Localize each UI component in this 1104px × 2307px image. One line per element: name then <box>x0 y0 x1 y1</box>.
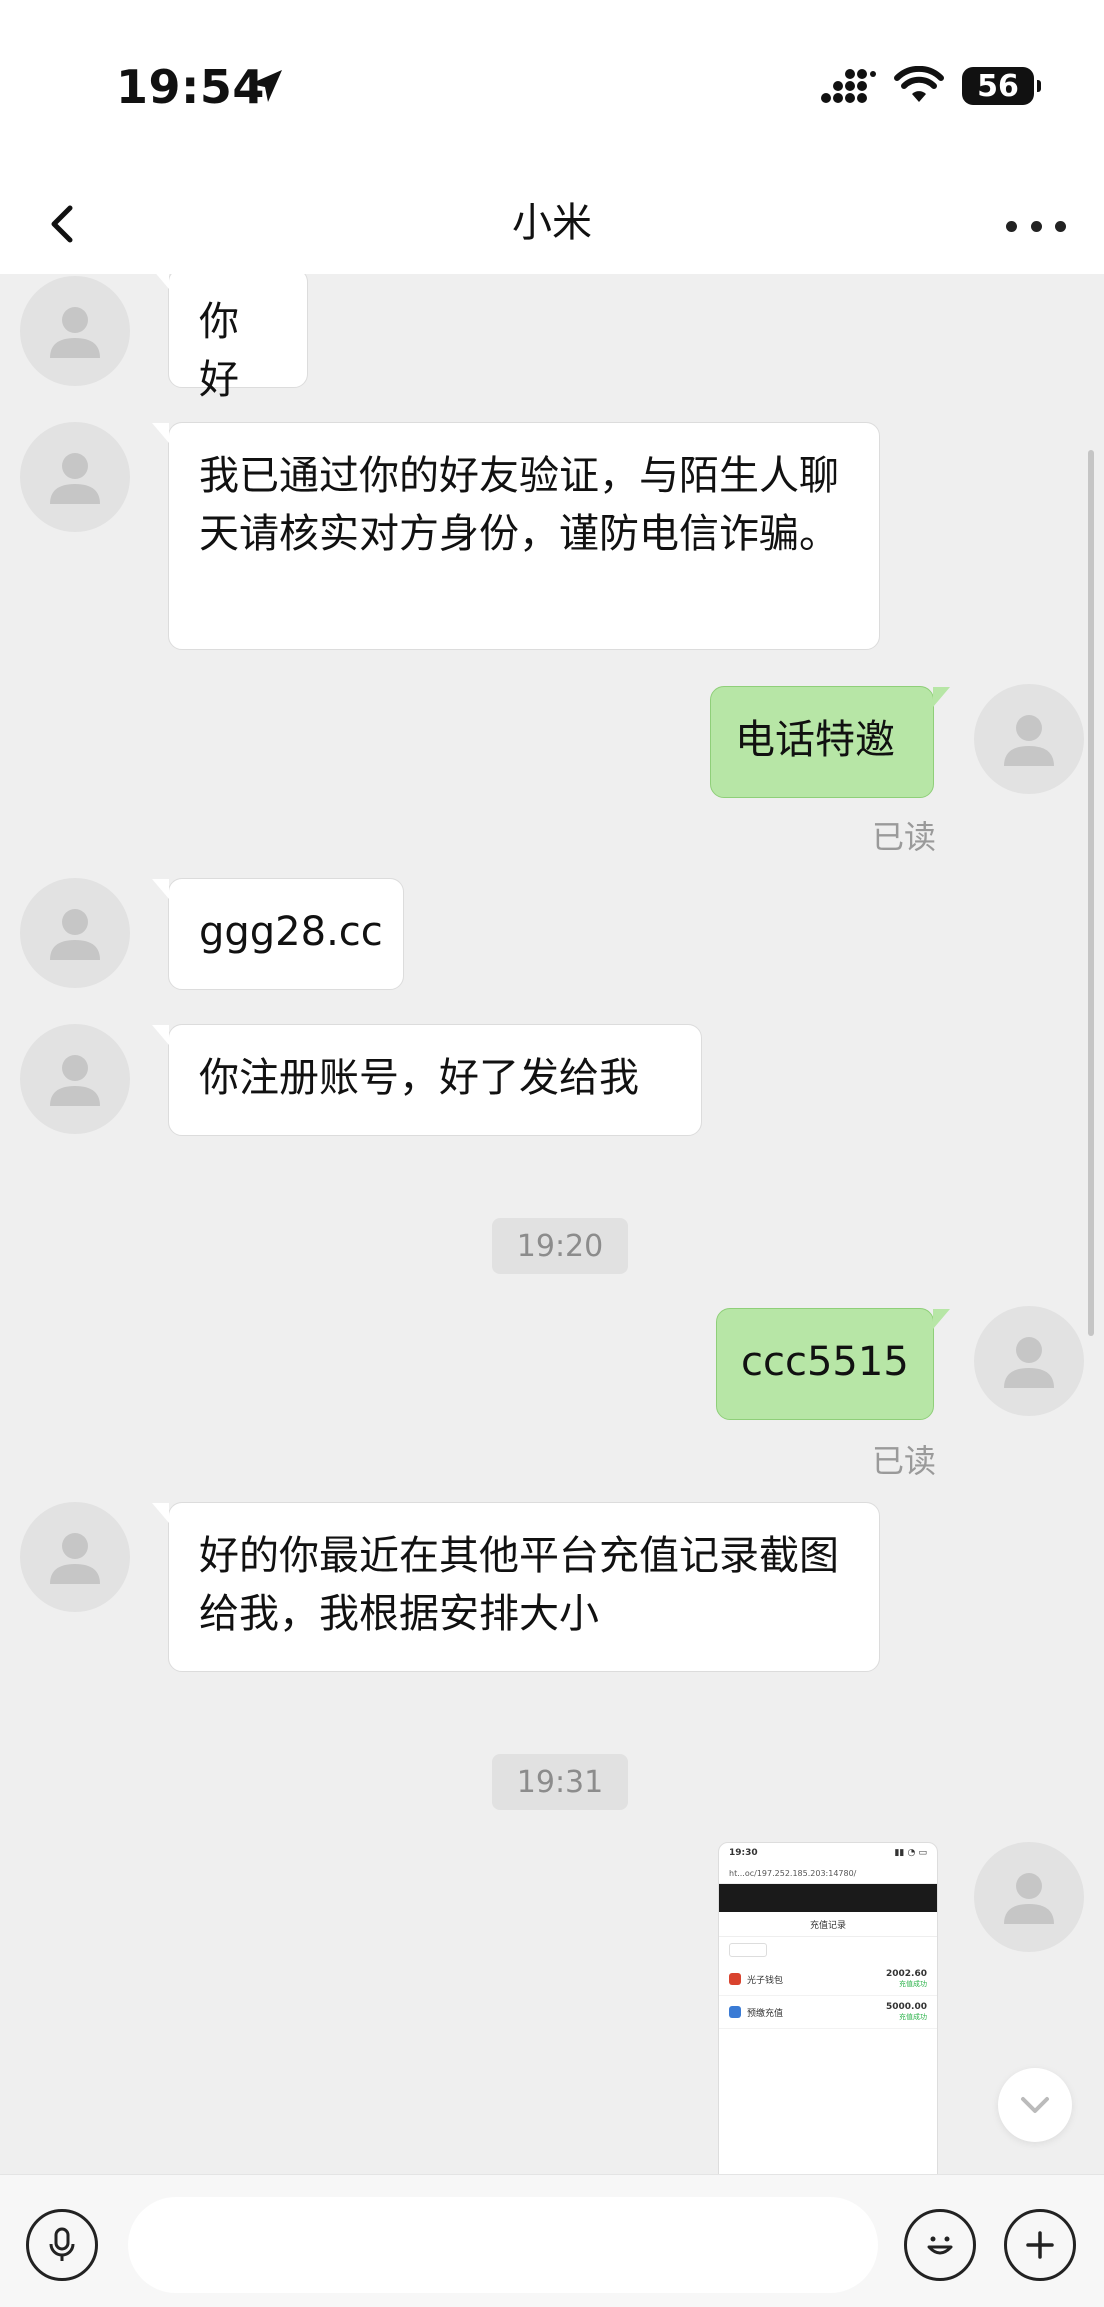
avatar-placeholder-icon <box>50 909 100 960</box>
chat-area[interactable]: 你好 我已通过你的好友验证，与陌生人聊天请核实对方身份，谨防电信诈骗。 电话特邀… <box>0 274 1104 2174</box>
input-bar <box>0 2174 1104 2307</box>
signal-icon <box>821 69 876 103</box>
message-text: 你注册账号，好了发给我 <box>199 1055 639 1101</box>
message-bubble[interactable]: 你好 <box>152 274 308 403</box>
more-button[interactable] <box>1006 206 1066 246</box>
plus-button[interactable] <box>1004 2209 1076 2281</box>
thumb-banner <box>719 1884 937 1912</box>
avatar[interactable] <box>20 276 130 386</box>
avatar[interactable] <box>20 878 130 988</box>
message-text: 好的你最近在其他平台充值记录截图给我，我根据安排大小 <box>199 1533 839 1637</box>
avatar[interactable] <box>974 684 1084 794</box>
message-text: 我已通过你的好友验证，与陌生人聊天请核实对方身份，谨防电信诈骗。 <box>199 453 839 557</box>
message-bubble[interactable]: ggg28.cc <box>152 878 404 990</box>
avatar-placeholder-icon <box>1004 1873 1054 1924</box>
message-text: ccc5515 <box>741 1339 909 1385</box>
avatar[interactable] <box>20 422 130 532</box>
wallet-icon <box>729 1973 741 1985</box>
status-time: 19:54 <box>116 60 265 114</box>
thumb-time: 19:30 <box>729 1848 758 1858</box>
avatar-placeholder-icon <box>50 453 100 504</box>
avatar-placeholder-icon <box>50 1055 100 1106</box>
read-status: 已读 <box>872 1442 937 1480</box>
emoji-icon <box>927 2236 953 2255</box>
status-icons: 56 <box>820 66 1041 106</box>
chat-header: 小米 <box>0 180 1104 274</box>
read-status: 已读 <box>872 818 937 856</box>
message-bubble-outgoing[interactable]: ccc5515 <box>716 1308 950 1420</box>
location-arrow-icon <box>250 70 282 102</box>
plus-icon <box>1026 2231 1054 2259</box>
message-text: 电话特邀 <box>735 717 895 763</box>
status-bar: 19:54 56 <box>0 0 1104 180</box>
page-title: 小米 <box>512 200 592 246</box>
avatar[interactable] <box>20 1024 130 1134</box>
voice-button[interactable] <box>26 2209 98 2281</box>
wifi-icon <box>894 66 944 102</box>
avatar-placeholder-icon <box>50 1533 100 1584</box>
message-bubble-outgoing[interactable]: 电话特邀 <box>710 686 950 798</box>
message-text: 你好 <box>199 299 239 403</box>
avatar[interactable] <box>20 1502 130 1612</box>
thumb-row: 光子钱包 2002.60 充值成功 <box>719 1963 937 1996</box>
microphone-icon <box>49 2227 75 2261</box>
thumb-status-icons: ▮▮ ◔ ▭ <box>894 1848 927 1858</box>
emoji-button[interactable] <box>904 2209 976 2281</box>
message-bubble[interactable]: 你注册账号，好了发给我 <box>152 1024 702 1136</box>
battery-icon: 56 <box>962 67 1041 105</box>
scrollbar[interactable] <box>1088 450 1094 1336</box>
avatar[interactable] <box>974 1842 1084 1952</box>
image-message[interactable]: 19:30 ▮▮ ◔ ▭ ht...oc/197.252.185.203:147… <box>718 1842 938 2174</box>
message-bubble[interactable]: 好的你最近在其他平台充值记录截图给我，我根据安排大小 <box>152 1502 880 1672</box>
thumb-url: ht...oc/197.252.185.203:14780/ <box>729 1868 857 1878</box>
thumb-url-bar: ht...oc/197.252.185.203:14780/ <box>719 1863 937 1884</box>
chevron-down-icon <box>1021 2097 1049 2113</box>
thumb-title: 充值记录 <box>719 1912 937 1937</box>
more-dots-icon <box>1006 220 1017 232</box>
thumb-filter <box>729 1943 767 1957</box>
message-input[interactable] <box>128 2197 878 2293</box>
thumb-row: 预缴充值 5000.00 充值成功 <box>719 1996 937 2029</box>
avatar[interactable] <box>974 1306 1084 1416</box>
timestamp-divider: 19:31 <box>492 1754 628 1810</box>
timestamp-divider: 19:20 <box>492 1218 628 1274</box>
thumb-status-bar: 19:30 ▮▮ ◔ ▭ <box>719 1843 937 1863</box>
scroll-to-bottom-button[interactable] <box>998 2068 1072 2142</box>
message-text: ggg28.cc <box>199 909 383 955</box>
payment-icon <box>729 2006 741 2018</box>
avatar-placeholder-icon <box>1004 715 1054 766</box>
avatar-placeholder-icon <box>1004 1337 1054 1388</box>
message-bubble[interactable]: 我已通过你的好友验证，与陌生人聊天请核实对方身份，谨防电信诈骗。 <box>152 422 880 650</box>
avatar-placeholder-icon <box>50 307 100 358</box>
